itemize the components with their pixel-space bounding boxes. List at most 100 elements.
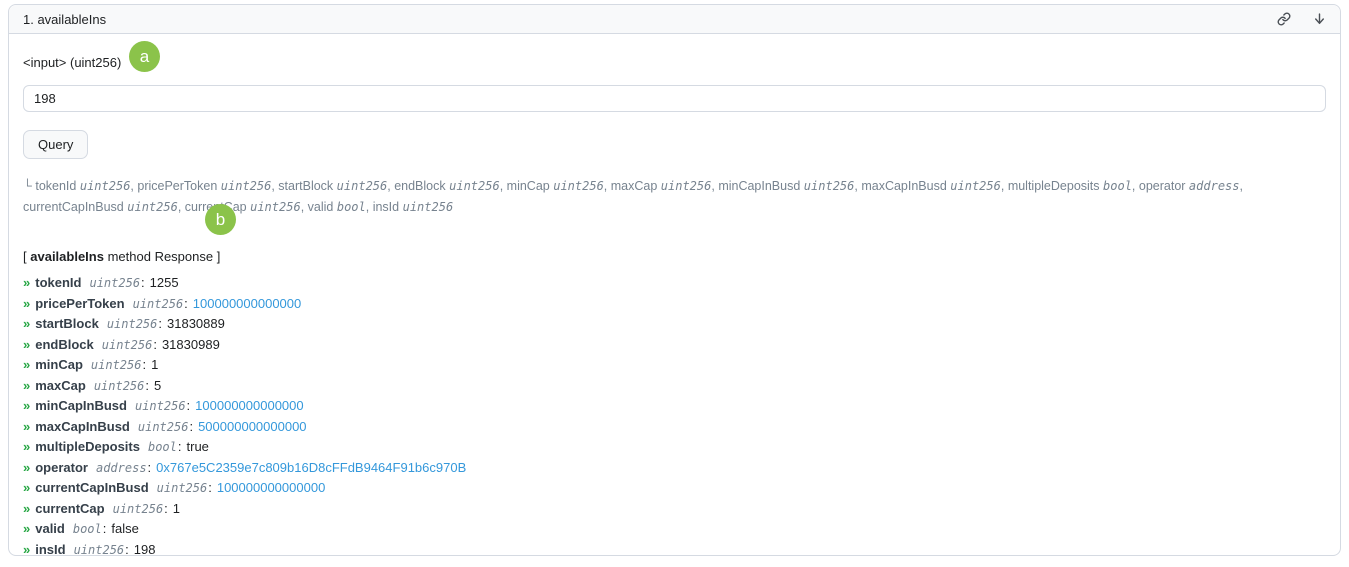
header-icons bbox=[1277, 12, 1326, 26]
response-param-value: 1255 bbox=[150, 275, 179, 290]
signature-param-type: uint256 bbox=[403, 200, 454, 214]
response-row: »validbool:false bbox=[23, 519, 1326, 540]
chevron-icon: » bbox=[23, 419, 29, 434]
colon: : bbox=[178, 439, 182, 454]
response-row: »pricePerTokenuint256:100000000000000 bbox=[23, 294, 1326, 315]
chevron-icon: » bbox=[23, 521, 29, 536]
colon: : bbox=[142, 357, 146, 372]
response-rows: »tokenIduint256:1255»pricePerTokenuint25… bbox=[23, 273, 1326, 560]
response-row: » maxCap uint256:5 bbox=[23, 376, 1326, 397]
method-input[interactable] bbox=[23, 85, 1326, 112]
colon: : bbox=[153, 337, 157, 352]
chevron-icon: » bbox=[23, 480, 29, 495]
response-param-value: 1 bbox=[151, 357, 158, 372]
response-param-name: pricePerToken bbox=[35, 296, 124, 311]
method-card-body: <input> (uint256) Query └ tokenId uint25… bbox=[9, 34, 1340, 567]
colon: : bbox=[164, 501, 168, 516]
response-row: » minCapInBusd uint256:100000000000000 bbox=[23, 396, 1326, 417]
response-param-value[interactable]: 100000000000000 bbox=[217, 480, 325, 495]
response-param-type: uint256 bbox=[135, 399, 186, 413]
response-row: »operatoraddress:0x767e5C2359e7c809b16D8… bbox=[23, 458, 1326, 479]
signature-param-name: endBlock bbox=[394, 179, 445, 193]
response-param-type: bool bbox=[148, 440, 177, 454]
response-param-type: uint256 bbox=[74, 543, 125, 557]
response-param-name: minCap bbox=[35, 357, 83, 372]
response-param-name: valid bbox=[35, 521, 65, 536]
chevron-icon: » bbox=[23, 460, 29, 475]
signature-param-name: operator bbox=[1139, 179, 1186, 193]
signature-param-type: uint256 bbox=[337, 179, 388, 193]
colon: : bbox=[208, 480, 212, 495]
query-button[interactable]: Query bbox=[23, 130, 88, 159]
response-param-type: bool bbox=[73, 522, 102, 536]
response-param-type: uint256 bbox=[157, 481, 208, 495]
signature-param-type: uint256 bbox=[449, 179, 500, 193]
response-param-value[interactable]: 500000000000000 bbox=[198, 419, 306, 434]
response-param-name: insId bbox=[35, 542, 65, 557]
chevron-icon: » bbox=[23, 542, 29, 557]
response-header: [ availableIns method Response ] bbox=[23, 249, 1326, 264]
permalink-icon[interactable] bbox=[1277, 12, 1291, 26]
response-param-value[interactable]: 0x767e5C2359e7c809b16D8cFFdB9464F91b6c97… bbox=[156, 460, 466, 475]
annotation-badge-a: a bbox=[129, 41, 160, 72]
response-param-value: 5 bbox=[154, 378, 161, 393]
signature-param-name: multipleDeposits bbox=[1008, 179, 1100, 193]
response-row: »startBlockuint256:31830889 bbox=[23, 314, 1326, 335]
response-param-type: uint256 bbox=[91, 358, 142, 372]
response-param-type: uint256 bbox=[107, 317, 158, 331]
response-row: » currentCapInBusd uint256:100000000000000 bbox=[23, 478, 1326, 499]
chevron-icon: » bbox=[23, 337, 29, 352]
response-param-name: operator bbox=[35, 460, 88, 475]
annotation-badge-b: b bbox=[205, 204, 236, 235]
colon: : bbox=[145, 378, 149, 393]
response-param-type: uint256 bbox=[89, 276, 140, 290]
response-param-type: uint256 bbox=[102, 338, 153, 352]
signature-param-name: minCapInBusd bbox=[718, 179, 800, 193]
response-param-name: currentCapInBusd bbox=[35, 480, 148, 495]
response-param-type: uint256 bbox=[94, 379, 145, 393]
response-param-name: endBlock bbox=[35, 337, 94, 352]
response-row: »currentCapuint256:1 bbox=[23, 499, 1326, 520]
response-param-name: maxCap bbox=[35, 378, 86, 393]
response-param-type: uint256 bbox=[133, 297, 184, 311]
signature-param-name: minCap bbox=[507, 179, 550, 193]
signature-param-type: uint256 bbox=[221, 179, 272, 193]
signature-param-type: uint256 bbox=[250, 200, 301, 214]
chevron-icon: » bbox=[23, 316, 29, 331]
response-row: »tokenIduint256:1255 bbox=[23, 273, 1326, 294]
signature-param-type: bool bbox=[337, 200, 366, 214]
collapse-arrow-icon[interactable] bbox=[1313, 12, 1326, 26]
response-param-type: uint256 bbox=[138, 420, 189, 434]
colon: : bbox=[187, 398, 191, 413]
response-bracket: [ bbox=[23, 249, 27, 264]
response-param-value[interactable]: 100000000000000 bbox=[195, 398, 303, 413]
signature-param-type: bool bbox=[1103, 179, 1132, 193]
method-card: 1. availableIns <input> (uint256) Query … bbox=[8, 4, 1341, 556]
response-param-name: minCapInBusd bbox=[35, 398, 127, 413]
chevron-icon: » bbox=[23, 398, 29, 413]
response-param-name: startBlock bbox=[35, 316, 99, 331]
signature-param-type: uint256 bbox=[950, 179, 1001, 193]
response-param-type: uint256 bbox=[113, 502, 164, 516]
chevron-icon: » bbox=[23, 378, 29, 393]
colon: : bbox=[189, 419, 193, 434]
response-row: »maxCapInBusduint256:500000000000000 bbox=[23, 417, 1326, 438]
colon: : bbox=[148, 460, 152, 475]
response-param-value: false bbox=[111, 521, 138, 536]
response-row: »insIduint256:198 bbox=[23, 540, 1326, 561]
signature-param-name: currentCapInBusd bbox=[23, 200, 124, 214]
method-card-header[interactable]: 1. availableIns bbox=[9, 5, 1340, 34]
response-param-value: 31830989 bbox=[162, 337, 220, 352]
colon: : bbox=[184, 296, 188, 311]
signature-param-name: tokenId bbox=[35, 179, 76, 193]
chevron-icon: » bbox=[23, 275, 29, 290]
response-param-value: 31830889 bbox=[167, 316, 225, 331]
response-param-value: 198 bbox=[134, 542, 156, 557]
signature-param-type: uint256 bbox=[80, 179, 131, 193]
signature-param-type: uint256 bbox=[661, 179, 712, 193]
response-param-value: true bbox=[187, 439, 209, 454]
response-param-value[interactable]: 100000000000000 bbox=[193, 296, 301, 311]
signature-param-name: pricePerToken bbox=[137, 179, 217, 193]
signature-param-name: startBlock bbox=[278, 179, 333, 193]
signature-param-name: maxCapInBusd bbox=[861, 179, 946, 193]
